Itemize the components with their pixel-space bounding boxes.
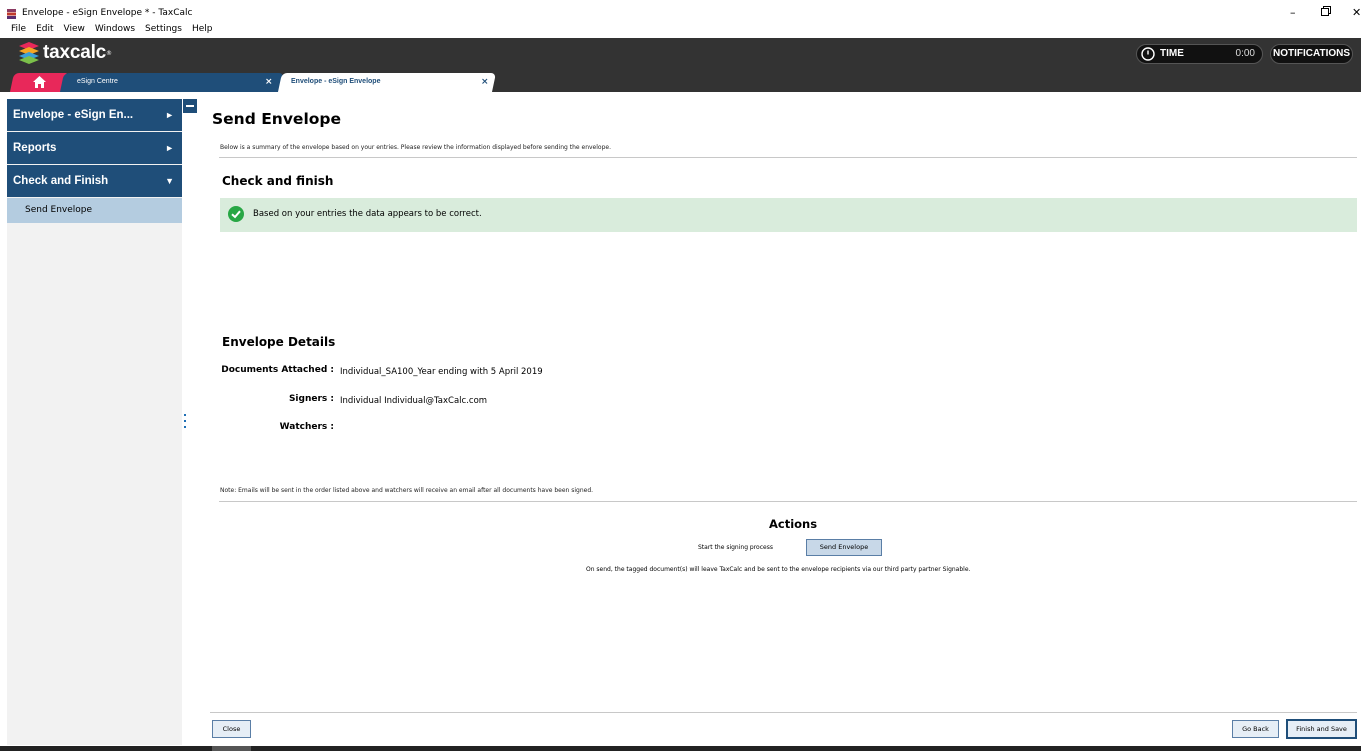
- page-title: Send Envelope: [212, 110, 342, 128]
- menu-edit[interactable]: Edit: [36, 24, 53, 38]
- success-banner: Based on your entries the data appears t…: [220, 198, 1357, 232]
- emails-note: Note: Emails will be sent in the order l…: [220, 487, 594, 494]
- sidebar-subitem-send-envelope[interactable]: Send Envelope: [7, 198, 182, 223]
- notifications-button[interactable]: NOTIFICATIONS: [1270, 44, 1353, 64]
- intro-text: Below is a summary of the envelope based…: [220, 144, 611, 151]
- taxcalc-logo: taxcalc ®: [19, 42, 112, 64]
- envelope-details-heading: Envelope Details: [222, 335, 336, 349]
- menu-help[interactable]: Help: [192, 24, 213, 38]
- time-tracker[interactable]: TIME 0:00: [1136, 44, 1263, 64]
- sidebar-item-envelope[interactable]: Envelope - eSign En... ►: [7, 99, 182, 131]
- minimize-icon[interactable]: –: [1290, 6, 1296, 19]
- sidebar: Envelope - eSign En... ► Reports ► Check…: [7, 99, 182, 745]
- menu-view[interactable]: View: [64, 24, 85, 38]
- scrollbar-thumb[interactable]: [212, 746, 251, 751]
- menu-windows[interactable]: Windows: [95, 24, 135, 38]
- tab-esign-centre-close-icon[interactable]: ×: [265, 77, 273, 87]
- menu-settings[interactable]: Settings: [145, 24, 182, 38]
- home-icon[interactable]: [33, 76, 46, 88]
- start-signing-label: Start the signing process: [698, 544, 773, 551]
- check-heading: Check and finish: [222, 174, 334, 188]
- time-label: TIME: [1160, 48, 1184, 59]
- divider: [219, 157, 1357, 158]
- finish-and-save-button[interactable]: Finish and Save: [1286, 719, 1357, 739]
- close-button[interactable]: Close: [212, 720, 251, 738]
- collapse-sidebar-button[interactable]: [183, 99, 197, 113]
- time-value: 0:00: [1235, 48, 1255, 59]
- signers-label: Signers :: [288, 394, 334, 404]
- chevron-right-icon: ►: [165, 110, 174, 120]
- sidebar-item-reports[interactable]: Reports ►: [7, 132, 182, 164]
- divider: [219, 501, 1357, 502]
- window-titlebar: Envelope - eSign Envelope * - TaxCalc – …: [0, 0, 1361, 24]
- check-circle-icon: [228, 206, 244, 222]
- signers-value: Individual Individual@TaxCalc.com: [340, 396, 488, 406]
- restore-icon[interactable]: [1321, 6, 1331, 16]
- divider: [210, 712, 1357, 713]
- tab-envelope-label[interactable]: Envelope - eSign Envelope: [291, 78, 380, 85]
- sidebar-item-label: Envelope - eSign En...: [13, 109, 134, 121]
- horizontal-scrollbar[interactable]: [0, 746, 1361, 751]
- menu-file[interactable]: File: [11, 24, 26, 38]
- logo-trademark: ®: [106, 49, 113, 57]
- tab-esign-centre-label[interactable]: eSign Centre: [77, 78, 118, 85]
- window-title: Envelope - eSign Envelope * - TaxCalc: [22, 8, 193, 18]
- go-back-button[interactable]: Go Back: [1232, 720, 1279, 738]
- watchers-label: Watchers :: [279, 422, 334, 432]
- send-envelope-button[interactable]: Send Envelope: [806, 539, 882, 556]
- menu-bar: File Edit View Windows Settings Help: [0, 24, 1361, 38]
- sidebar-item-check-and-finish[interactable]: Check and Finish ▼: [7, 165, 182, 197]
- logo-text: taxcalc: [43, 42, 107, 63]
- chevron-down-icon: ▼: [165, 176, 174, 186]
- documents-attached-label: Documents Attached :: [221, 365, 334, 375]
- sidebar-item-label: Check and Finish: [13, 175, 109, 187]
- tab-envelope-close-icon[interactable]: ×: [481, 77, 489, 87]
- success-message: Based on your entries the data appears t…: [253, 209, 482, 219]
- splitter-handle[interactable]: [184, 414, 187, 432]
- sidebar-item-label: Reports: [13, 142, 57, 154]
- taxcalc-logo-icon: [19, 42, 39, 64]
- documents-attached-value: Individual_SA100_Year ending with 5 Apri…: [340, 367, 543, 377]
- send-note: On send, the tagged document(s) will lea…: [586, 566, 971, 573]
- chevron-right-icon: ►: [165, 143, 174, 153]
- close-window-icon[interactable]: ✕: [1352, 6, 1361, 19]
- clock-icon: [1141, 47, 1155, 61]
- taxcalc-app-icon: [7, 9, 16, 19]
- actions-heading: Actions: [769, 517, 818, 531]
